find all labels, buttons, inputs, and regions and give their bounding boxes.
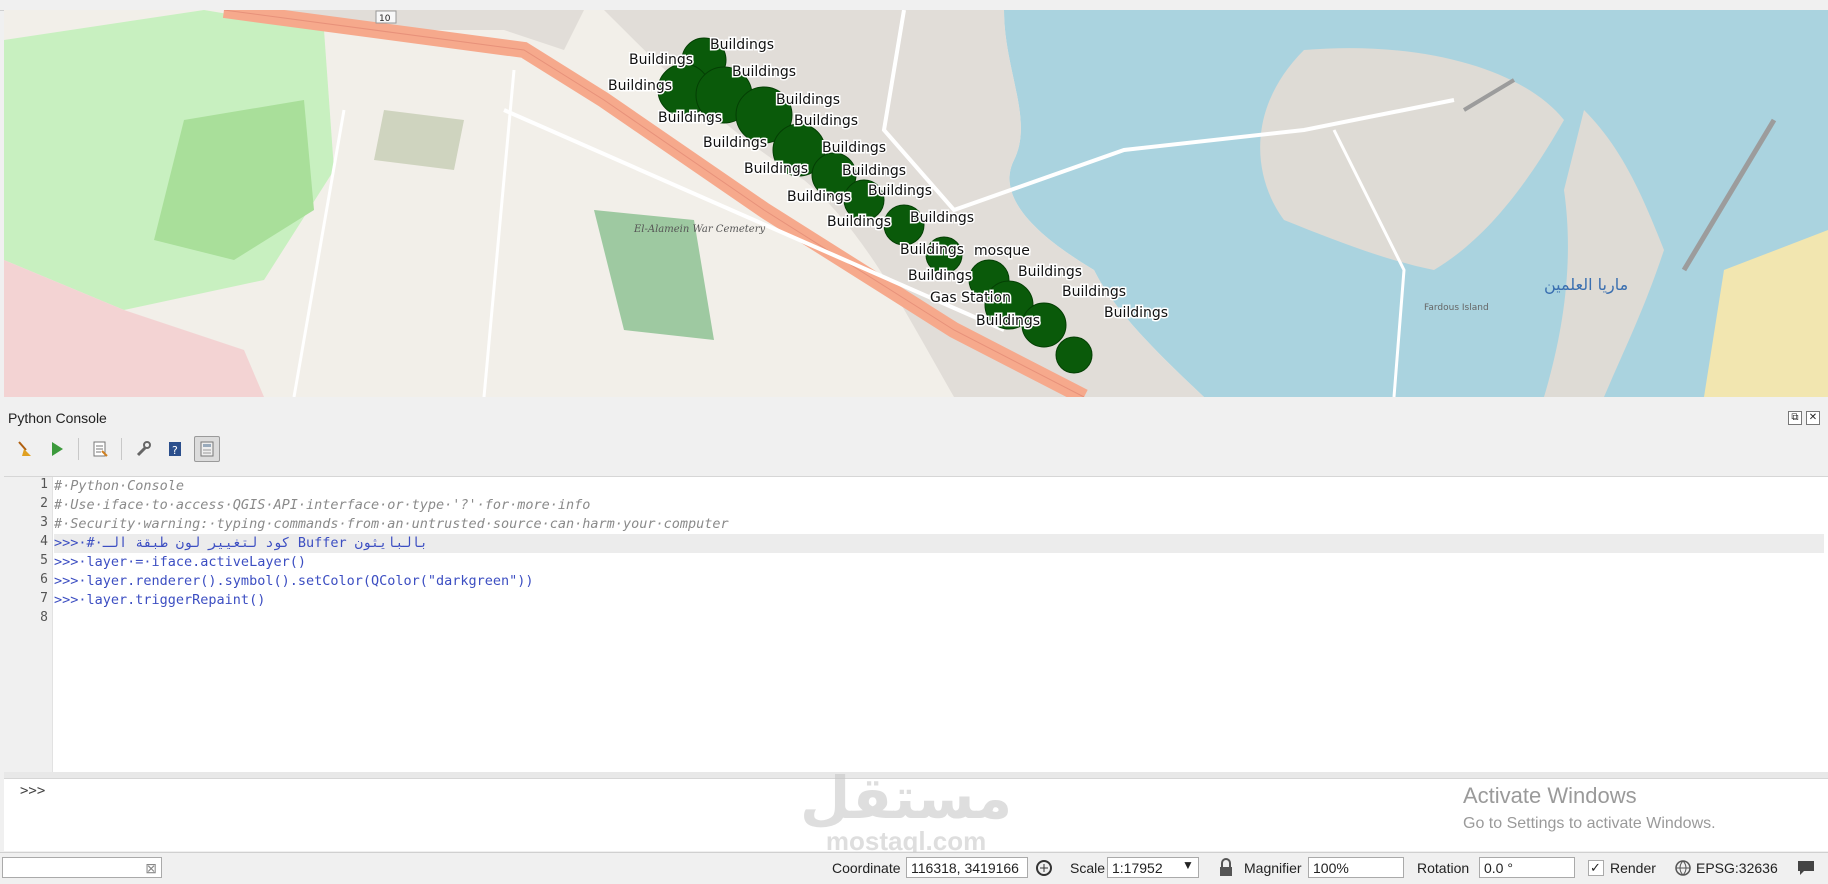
- show-editor-button[interactable]: [87, 436, 113, 462]
- map-label: Buildings: [703, 135, 767, 151]
- line-number: 2: [40, 496, 48, 511]
- marina-label: ماريا العلمين: [1544, 275, 1628, 295]
- status-bar: ⊠ Coordinate 116318, 3419166 Scale 1:179…: [0, 852, 1828, 884]
- map-label: Buildings: [732, 64, 796, 80]
- park-area: [374, 110, 464, 170]
- line-number: 4: [40, 534, 48, 549]
- console-title: Python Console: [8, 410, 107, 426]
- map-label: Gas Station: [930, 290, 1011, 306]
- line-number: 8: [40, 610, 48, 625]
- line-number: 1: [40, 477, 48, 492]
- road: [482, 69, 516, 397]
- calculator-icon: [200, 441, 214, 457]
- run-command-button[interactable]: [44, 436, 70, 462]
- close-panel-icon[interactable]: ✕: [1806, 411, 1820, 425]
- play-icon: [52, 442, 63, 456]
- messages-icon[interactable]: [1796, 858, 1816, 881]
- toolbar-separator: [78, 438, 79, 460]
- map-label: Buildings: [710, 37, 774, 53]
- map-label: Buildings: [776, 92, 840, 108]
- help-book-icon: ?: [169, 442, 181, 457]
- map-label: Buildings: [1018, 264, 1082, 280]
- line-number: 7: [40, 591, 48, 606]
- console-toolbar: ?: [12, 434, 220, 464]
- map-label: Buildings: [1104, 305, 1168, 321]
- map-label: Buildings: [910, 210, 974, 226]
- rotation-label: Rotation: [1417, 860, 1470, 876]
- line-number: 5: [40, 553, 48, 568]
- crs-label[interactable]: EPSG:32636: [1696, 860, 1778, 876]
- map-label: Buildings: [794, 113, 858, 129]
- coordinate-label: Coordinate: [832, 860, 901, 876]
- scale-label: Scale: [1070, 860, 1106, 876]
- activate-subtitle: Go to Settings to activate Windows.: [1463, 815, 1716, 832]
- line-number-gutter: 1 2 3 4 5 6 7 8: [4, 477, 53, 773]
- clear-console-button[interactable]: [12, 436, 38, 462]
- map-label: Buildings: [868, 183, 932, 199]
- map-label: Buildings: [744, 161, 808, 177]
- locator-search-input[interactable]: ⊠: [2, 857, 162, 878]
- line-number: 6: [40, 572, 48, 587]
- watermark-latin: mostaql.com: [825, 826, 987, 856]
- map-label: Buildings: [787, 189, 851, 205]
- watermark: مستقل mostaql.com: [800, 768, 1012, 854]
- map-label: Buildings: [976, 313, 1040, 329]
- buffer-circle[interactable]: [1055, 336, 1093, 374]
- toggle-object-inspector-button[interactable]: [194, 436, 220, 462]
- map-label: Buildings: [822, 140, 886, 156]
- script-icon: [93, 441, 108, 457]
- panel-buttons: ⧉ ✕: [1788, 411, 1820, 425]
- map-label: Buildings: [608, 78, 672, 94]
- map-label: Buildings: [842, 163, 906, 179]
- code-line: #·Use·iface·to·access·QGIS·API·interface…: [54, 497, 591, 513]
- broom-icon: [18, 441, 31, 456]
- code-line: >>>·layer.triggerRepaint(): [54, 592, 266, 608]
- watermark-arabic: مستقل: [800, 764, 1013, 832]
- wrench-icon: [136, 441, 151, 457]
- road-number-label: 10: [379, 14, 391, 24]
- map-label: Buildings: [827, 214, 891, 230]
- svg-text:?: ?: [172, 444, 178, 457]
- map-label: Buildings: [908, 268, 972, 284]
- help-button[interactable]: ?: [162, 436, 188, 462]
- activate-title: Activate Windows: [1463, 783, 1637, 808]
- cemetery-label: El-Alamein War Cemetery: [633, 224, 765, 235]
- toolbar-separator: [121, 438, 122, 460]
- render-checkbox[interactable]: ✓: [1588, 860, 1604, 876]
- code-line: >>>·#·كود لتغيير لون طبقة الـ Buffer بال…: [54, 534, 1824, 553]
- render-label: Render: [1610, 860, 1656, 876]
- activate-windows-notice: Activate Windows Go to Settings to activ…: [1463, 783, 1716, 833]
- coordinate-field[interactable]: 116318, 3419166: [906, 857, 1028, 878]
- code-line: >>>·layer.renderer().symbol().setColor(Q…: [54, 573, 534, 589]
- map-label: Buildings: [629, 52, 693, 68]
- chevron-down-icon[interactable]: ▼: [1182, 858, 1194, 872]
- line-number: 3: [40, 515, 48, 530]
- clear-icon[interactable]: ⊠: [145, 858, 157, 879]
- options-button[interactable]: [130, 436, 156, 462]
- float-panel-icon[interactable]: ⧉: [1788, 411, 1802, 425]
- lock-icon[interactable]: [1218, 858, 1234, 881]
- input-prompt: >>>: [20, 783, 46, 799]
- globe-icon[interactable]: [1674, 859, 1692, 880]
- map-label: Buildings: [900, 242, 964, 258]
- code-line: #·Security·warning:·typing·commands·from…: [54, 516, 729, 532]
- map-label: mosque: [974, 243, 1030, 259]
- map-svg[interactable]: Buildings Buildings Buildings Buildings …: [4, 10, 1828, 397]
- rotation-spinbox[interactable]: 0.0 °: [1479, 857, 1575, 878]
- mouse-extent-icon[interactable]: [1034, 858, 1054, 881]
- code-line: >>>·layer·=·iface.activeLayer(): [54, 554, 306, 570]
- code-line: #·Python·Console: [54, 478, 185, 494]
- magnifier-label: Magnifier: [1244, 860, 1302, 876]
- console-output[interactable]: 1 2 3 4 5 6 7 8 #·Python·Console #·Use·i…: [4, 476, 1828, 773]
- map-label: Buildings: [658, 110, 722, 126]
- map-canvas[interactable]: Buildings Buildings Buildings Buildings …: [4, 10, 1828, 397]
- map-label: Buildings: [1062, 284, 1126, 300]
- island-label: Fardous Island: [1424, 303, 1489, 313]
- magnifier-spinbox[interactable]: 100%: [1308, 857, 1404, 878]
